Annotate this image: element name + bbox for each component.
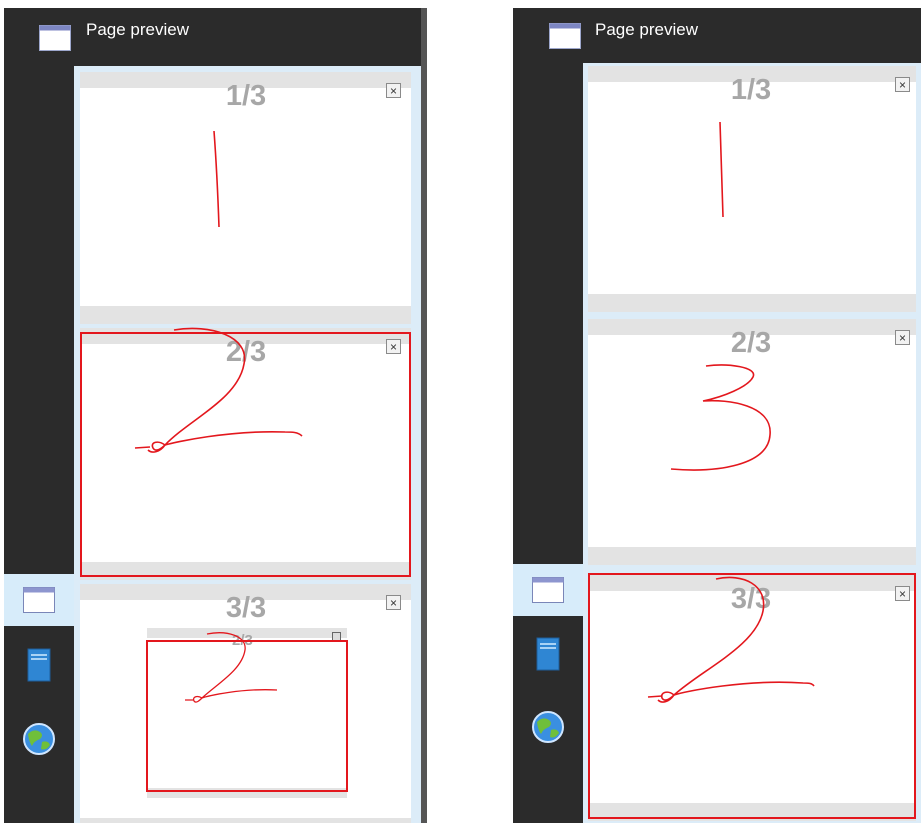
thumbnail-list: 1/3 × 2/3 × 3/3 × 2/3 xyxy=(74,66,421,823)
ink-stroke xyxy=(647,576,815,703)
page-thumbnail-1[interactable]: 1/3 × xyxy=(80,72,411,324)
nested-page-preview: 2/3 xyxy=(147,628,347,798)
close-icon[interactable]: × xyxy=(386,595,401,610)
page-number-label: 3/3 xyxy=(730,583,772,615)
right-page-preview-panel: Page preview 1/3 × 2/3 × 3/3 × xyxy=(513,8,921,823)
rail-item-page-preview[interactable] xyxy=(513,564,583,616)
close-icon[interactable]: × xyxy=(386,339,401,354)
rail-item-book[interactable] xyxy=(4,639,74,691)
close-icon[interactable]: × xyxy=(895,77,910,92)
page-thumbnail-2[interactable]: 2/3 × xyxy=(80,327,411,580)
globe-icon xyxy=(23,723,55,755)
page-thumbnail-2[interactable]: 2/3 × xyxy=(588,319,916,565)
close-icon xyxy=(332,632,341,641)
page-number-label: 2/3 xyxy=(225,336,267,368)
panel-title: Page preview xyxy=(86,20,190,39)
close-icon[interactable]: × xyxy=(895,330,910,345)
book-icon xyxy=(536,637,560,671)
rail-item-page-preview[interactable] xyxy=(4,574,74,626)
page-thumbnail-3[interactable]: 3/3 × xyxy=(588,575,916,821)
page-window-icon xyxy=(23,587,55,613)
page-window-icon xyxy=(532,577,564,603)
page-thumbnail-3[interactable]: 3/3 × 2/3 xyxy=(80,584,411,823)
thumbnail-list: 1/3 × 2/3 × 3/3 × xyxy=(583,63,921,823)
ink-stroke xyxy=(670,364,771,471)
ink-stroke xyxy=(213,130,220,228)
close-icon[interactable]: × xyxy=(895,586,910,601)
book-icon xyxy=(27,648,51,682)
ink-stroke xyxy=(719,121,724,218)
panel-title: Page preview xyxy=(595,20,699,39)
rail-item-web[interactable] xyxy=(513,701,583,753)
page-number-label: 2/3 xyxy=(730,327,772,359)
tool-rail xyxy=(4,8,74,823)
rail-item-book[interactable] xyxy=(513,628,583,680)
left-page-preview-panel: Page preview 1/3 × 2/3 × 3/3 × 2/3 xyxy=(4,8,427,823)
ink-stroke xyxy=(134,327,303,453)
close-icon[interactable]: × xyxy=(386,83,401,98)
page-number-label: 1/3 xyxy=(225,80,267,112)
page-number-label: 1/3 xyxy=(730,74,772,106)
nested-page-label: 2/3 xyxy=(232,632,253,649)
ink-stroke xyxy=(185,632,278,703)
page-number-label: 3/3 xyxy=(225,592,267,624)
rail-item-web[interactable] xyxy=(4,713,74,765)
globe-icon xyxy=(532,711,564,743)
tool-rail xyxy=(513,8,583,823)
page-thumbnail-1[interactable]: 1/3 × xyxy=(588,66,916,312)
